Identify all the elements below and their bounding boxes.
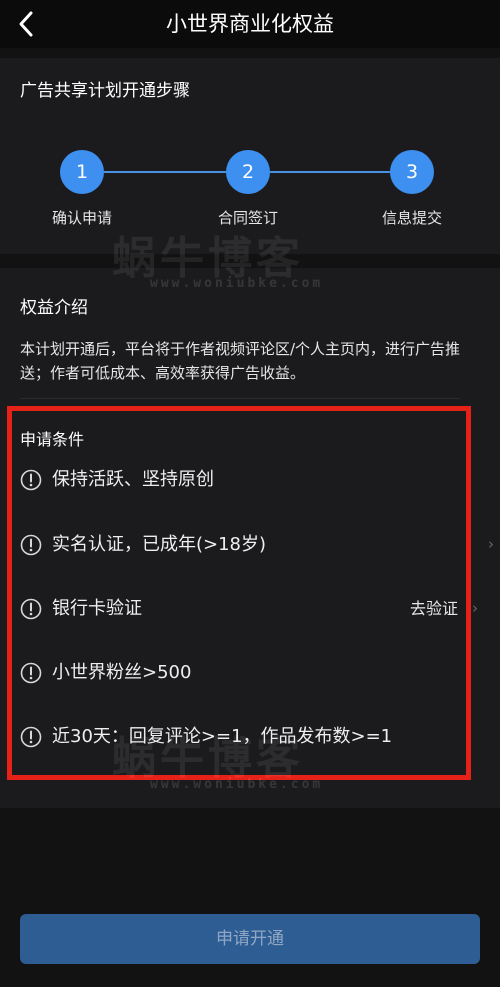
step-1-label: 确认申请: [51, 209, 112, 227]
conditions-title: 申请条件: [20, 430, 85, 449]
condition-text: 实名认证，已成年(>18岁): [52, 534, 267, 555]
page-title: 小世界商业化权益: [166, 12, 334, 36]
benefits-text: 本计划开通后，平台将于作者视频评论区/个人主页内，进行广告推送；作者可低成本、高…: [20, 340, 461, 382]
condition-item: 近30天：回复评论>=1，作品发布数>=1: [20, 723, 480, 753]
step-connector: [104, 171, 226, 173]
chevron-right-icon: ›: [472, 599, 478, 617]
step-3-circle: 3: [390, 150, 434, 194]
chevron-right-icon: ›: [488, 535, 494, 553]
apply-button[interactable]: 申请开通: [20, 914, 480, 964]
steps-title: 广告共享计划开通步骤: [20, 81, 190, 101]
condition-text: 小世界粉丝>500: [52, 662, 192, 683]
condition-item: 保持活跃、坚持原创: [20, 466, 480, 496]
condition-item: 小世界粉丝>500: [20, 659, 480, 689]
condition-text: 近30天：回复评论>=1，作品发布数>=1: [52, 726, 393, 747]
benefits-title: 权益介绍: [20, 298, 88, 318]
condition-item-bank-card[interactable]: 银行卡验证 去验证 ›: [20, 595, 480, 625]
step-2-circle: 2: [226, 150, 270, 194]
verify-link[interactable]: 去验证: [410, 595, 458, 623]
condition-text: 银行卡验证: [52, 598, 142, 619]
divider: [20, 398, 460, 399]
step-2-label: 合同签订: [217, 209, 278, 227]
step-1-circle: 1: [60, 150, 104, 194]
exclamation-circle-icon: [20, 534, 42, 556]
step-connector: [270, 171, 390, 173]
condition-item: 实名认证，已成年(>18岁) ›: [20, 531, 494, 561]
exclamation-circle-icon: [20, 662, 42, 684]
condition-text: 保持活跃、坚持原创: [52, 469, 214, 490]
exclamation-circle-icon: [20, 726, 42, 748]
exclamation-circle-icon: [20, 469, 42, 491]
exclamation-circle-icon: [20, 598, 42, 620]
step-3-label: 信息提交: [381, 209, 442, 227]
nav-bar: 小世界商业化权益: [0, 0, 500, 48]
